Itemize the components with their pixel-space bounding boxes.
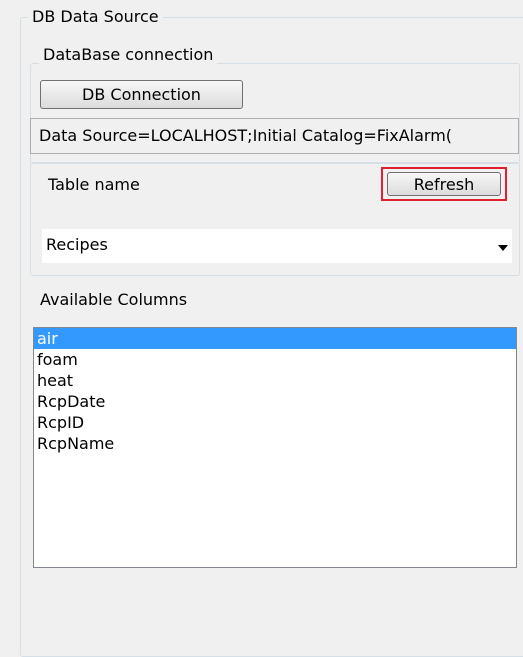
table-name-label: Table name <box>48 175 140 194</box>
list-item[interactable]: RcpID <box>34 412 516 433</box>
list-item[interactable]: RcpDate <box>34 391 516 412</box>
list-item[interactable]: foam <box>34 349 516 370</box>
db-data-source-title: DB Data Source <box>28 8 163 26</box>
table-name-select[interactable]: Recipes <box>42 229 512 263</box>
list-item[interactable]: RcpName <box>34 433 516 454</box>
refresh-button[interactable]: Refresh <box>387 172 501 196</box>
db-connection-button[interactable]: DB Connection <box>40 80 243 109</box>
list-item[interactable]: air <box>34 328 516 349</box>
table-name-selected-value: Recipes <box>46 235 108 254</box>
connection-string-field[interactable]: Data Source=LOCALHOST;Initial Catalog=Fi… <box>30 118 519 154</box>
database-connection-title: DataBase connection <box>39 46 218 64</box>
list-item[interactable]: heat <box>34 370 516 391</box>
chevron-down-icon[interactable] <box>498 245 508 251</box>
available-columns-list[interactable]: air foam heat RcpDate RcpID RcpName <box>33 327 517 568</box>
available-columns-label: Available Columns <box>40 290 188 309</box>
